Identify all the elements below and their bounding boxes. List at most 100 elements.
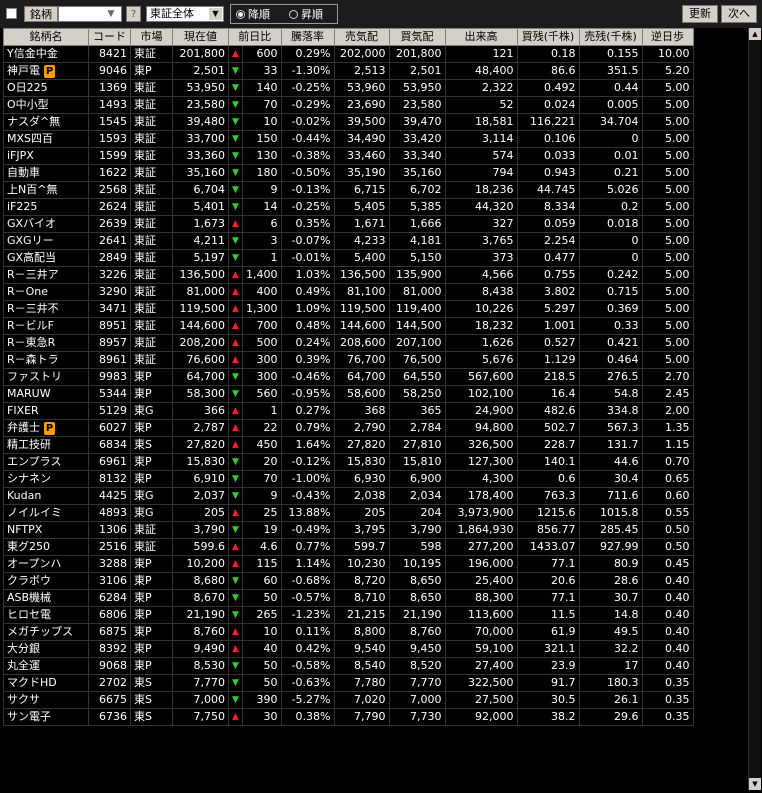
- table-row[interactable]: R－森トラ 8961 東証 76,600 ▲ 300 0.39% 76,700 76,500 5,…: [3, 351, 694, 369]
- col-header-margin-buy[interactable]: 買残(千株): [516, 28, 580, 46]
- table-row[interactable]: Y信金中金 8421 東証 201,800 ▲ 600 0.29% 202,000 201,80…: [3, 45, 694, 63]
- stock-name: FIXER: [7, 404, 39, 417]
- col-header-margin-sell[interactable]: 売残(千株): [578, 28, 643, 46]
- table-row[interactable]: シナネン 8132 東P 6,910 ▼ 70 -1.00% 6,930 6,900 4,300 0…: [3, 470, 694, 488]
- col-header-change[interactable]: 前日比: [228, 28, 282, 46]
- table-row[interactable]: R－三井不 3471 東証 119,500 ▲ 1,300 1.09% 119,500 119,…: [3, 300, 694, 318]
- table-row[interactable]: 大分銀 8392 東P 9,490 ▲ 40 0.42% 9,540 9,450 59,100 32…: [3, 640, 694, 658]
- cell-market: 東S: [130, 674, 173, 692]
- cell-margin-buy: 0.024: [516, 96, 580, 114]
- cell-volume: 18,236: [444, 181, 518, 199]
- table-row[interactable]: サクサ 6675 東S 7,000 ▼ 390 -5.27% 7,020 7,000 27,500…: [3, 691, 694, 709]
- table-row[interactable]: クラボウ 3106 東P 8,680 ▼ 60 -0.68% 8,720 8,650 25,400…: [3, 572, 694, 590]
- cell-gyakuhibu: 2.45: [641, 385, 694, 403]
- cell-code: 4425: [88, 487, 131, 505]
- cell-margin-buy: 1.001: [516, 317, 580, 335]
- cell-price: 53,950: [172, 79, 229, 97]
- cell-ask: 368: [333, 402, 390, 420]
- up-arrow-icon: ▲: [228, 538, 243, 556]
- col-header-price[interactable]: 現在値: [172, 28, 229, 46]
- market-select[interactable]: 東証全体 ▼: [146, 6, 224, 22]
- vertical-scrollbar[interactable]: ▲ ▼: [748, 28, 761, 790]
- table-row[interactable]: MARUW 5344 東P 58,300 ▼ 560 -0.95% 58,600 58,250 1…: [3, 385, 694, 403]
- table-row[interactable]: 上N百^無 2568 東証 6,704 ▼ 9 -0.13% 6,715 6,702 18,236…: [3, 181, 694, 199]
- cell-change: 30: [242, 708, 282, 726]
- table-row[interactable]: iF225 2624 東証 5,401 ▼ 14 -0.25% 5,405 5,385 44,32…: [3, 198, 694, 216]
- cell-volume: 48,400: [444, 62, 518, 80]
- cell-margin-sell: 0.33: [578, 317, 643, 335]
- col-header-code[interactable]: コード: [88, 28, 131, 46]
- stock-name: 東グ250: [7, 540, 50, 553]
- cell-name: マクドHD: [3, 674, 89, 692]
- sort-desc-radio[interactable]: 降順: [236, 8, 270, 21]
- cell-code: 2641: [88, 232, 131, 250]
- chevron-down-icon[interactable]: ▼: [104, 7, 118, 21]
- cell-change: 115: [242, 555, 282, 573]
- table-row[interactable]: ヒロセ電 6806 東P 21,190 ▼ 265 -1.23% 21,215 21,190 11…: [3, 606, 694, 624]
- select-all-checkbox[interactable]: [6, 8, 17, 19]
- cell-margin-buy: 5.297: [516, 300, 580, 318]
- col-header-ask[interactable]: 売気配: [333, 28, 390, 46]
- table-row[interactable]: O中小型 1493 東証 23,580 ▼ 70 -0.29% 23,690 23,580 52 0…: [3, 96, 694, 114]
- sort-asc-radio[interactable]: 昇順: [289, 8, 323, 21]
- cell-market: 東P: [130, 419, 173, 437]
- col-header-gyakuhibu[interactable]: 逆日歩: [641, 28, 694, 46]
- cell-gyakuhibu: 5.00: [641, 113, 694, 131]
- cell-margin-buy: 228.7: [516, 436, 580, 454]
- table-row[interactable]: GXGリー 2641 東証 4,211 ▼ 3 -0.07% 4,233 4,181 3,765 2…: [3, 232, 694, 250]
- table-row[interactable]: R－三井ア 3226 東証 136,500 ▲ 1,400 1.03% 136,500 135,…: [3, 266, 694, 284]
- next-button[interactable]: 次へ: [721, 5, 757, 23]
- scroll-up-icon[interactable]: ▲: [749, 28, 761, 40]
- cell-bid: 23,580: [388, 96, 446, 114]
- table-row[interactable]: R－ビルF 8951 東証 144,600 ▲ 700 0.48% 144,600 144,50…: [3, 317, 694, 335]
- down-arrow-icon: ▼: [228, 249, 243, 267]
- cell-market: 東証: [130, 130, 173, 148]
- table-row[interactable]: オープンハ 3288 東P 10,200 ▲ 115 1.14% 10,230 10,195 19…: [3, 555, 694, 573]
- cell-change: 60: [242, 572, 282, 590]
- scroll-down-icon[interactable]: ▼: [749, 778, 761, 790]
- table-row[interactable]: GX高配当 2849 東証 5,197 ▼ 1 -0.01% 5,400 5,150 373 0.4…: [3, 249, 694, 267]
- table-row[interactable]: 精工技研 6834 東S 27,820 ▲ 450 1.64% 27,820 27,810 326…: [3, 436, 694, 454]
- table-row[interactable]: Kudan 4425 東G 2,037 ▼ 9 -0.43% 2,038 2,034 178,40…: [3, 487, 694, 505]
- col-header-volume[interactable]: 出来高: [444, 28, 518, 46]
- cell-code: 8132: [88, 470, 131, 488]
- symbol-label: 銘柄: [24, 6, 58, 22]
- cell-volume: 574: [444, 147, 518, 165]
- cell-bid: 81,000: [388, 283, 446, 301]
- table-row[interactable]: NFTPX 1306 東証 3,790 ▼ 19 -0.49% 3,795 3,790 1,864…: [3, 521, 694, 539]
- table-row[interactable]: エンプラス 6961 東P 15,830 ▼ 20 -0.12% 15,830 15,810 12…: [3, 453, 694, 471]
- cell-pct: 0.79%: [280, 419, 335, 437]
- cell-code: 8421: [88, 45, 131, 63]
- col-header-bid[interactable]: 買気配: [388, 28, 446, 46]
- help-button[interactable]: ?: [126, 6, 141, 22]
- down-arrow-icon: ▼: [228, 181, 243, 199]
- cell-name: FIXER: [3, 402, 89, 420]
- table-row[interactable]: 東グ250 2516 東証 599.6 ▲ 4.6 0.77% 599.7 598 277,200…: [3, 538, 694, 556]
- table-row[interactable]: マクドHD 2702 東S 7,770 ▼ 50 -0.63% 7,780 7,770 322,5…: [3, 674, 694, 692]
- cell-name: GXGリー: [3, 232, 89, 250]
- table-row[interactable]: GXバイオ 2639 東証 1,673 ▲ 6 0.35% 1,671 1,666 327 0.05…: [3, 215, 694, 233]
- table-row[interactable]: 丸全運 9068 東P 8,530 ▼ 50 -0.58% 8,540 8,520 27,400 2…: [3, 657, 694, 675]
- table-row[interactable]: サン電子 6736 東S 7,750 ▲ 30 0.38% 7,790 7,730 92,000 3…: [3, 708, 694, 726]
- col-header-pct[interactable]: 騰落率: [280, 28, 335, 46]
- table-row[interactable]: 自動車 1622 東証 35,160 ▼ 180 -0.50% 35,190 35,160 794…: [3, 164, 694, 182]
- refresh-button[interactable]: 更新: [682, 5, 718, 23]
- table-row[interactable]: ファストリ 9983 東P 64,700 ▼ 300 -0.46% 64,700 64,550 5…: [3, 368, 694, 386]
- table-row[interactable]: 神戸電 P 9046 東P 2,501 ▼ 33 -1.30% 2,513 2,501 48,400…: [3, 62, 694, 80]
- table-row[interactable]: メガチップス 6875 東P 8,760 ▲ 10 0.11% 8,800 8,760 70,00…: [3, 623, 694, 641]
- table-row[interactable]: ノイルイミ 4893 東G 205 ▲ 25 13.88% 205 204 3,973,900 12…: [3, 504, 694, 522]
- table-row[interactable]: 弁護士 P 6027 東P 2,787 ▲ 22 0.79% 2,790 2,784 94,800 5…: [3, 419, 694, 437]
- cell-pct: 0.35%: [280, 215, 335, 233]
- table-row[interactable]: R－東急R 8957 東証 208,200 ▲ 500 0.24% 208,600 207,10…: [3, 334, 694, 352]
- table-row[interactable]: FIXER 5129 東G 366 ▲ 1 0.27% 368 365 24,900 482.6 33…: [3, 402, 694, 420]
- col-header-market[interactable]: 市場: [130, 28, 173, 46]
- table-row[interactable]: ナスダ^無 1545 東証 39,480 ▼ 10 -0.02% 39,500 39,470 18…: [3, 113, 694, 131]
- cell-margin-sell: 131.7: [578, 436, 643, 454]
- table-row[interactable]: R－One 3290 東証 81,000 ▲ 400 0.49% 81,100 81,000 8,…: [3, 283, 694, 301]
- table-row[interactable]: MXS四百 1593 東証 33,700 ▼ 150 -0.44% 34,490 33,420 3…: [3, 130, 694, 148]
- table-row[interactable]: ASB機械 6284 東P 8,670 ▼ 50 -0.57% 8,710 8,650 88,30…: [3, 589, 694, 607]
- table-row[interactable]: iFJPX 1599 東証 33,360 ▼ 130 -0.38% 33,460 33,340 5…: [3, 147, 694, 165]
- table-row[interactable]: O日225 1369 東証 53,950 ▼ 140 -0.25% 53,960 53,950 2…: [3, 79, 694, 97]
- cell-price: 23,580: [172, 96, 229, 114]
- col-header-name[interactable]: 銘柄名: [3, 28, 89, 46]
